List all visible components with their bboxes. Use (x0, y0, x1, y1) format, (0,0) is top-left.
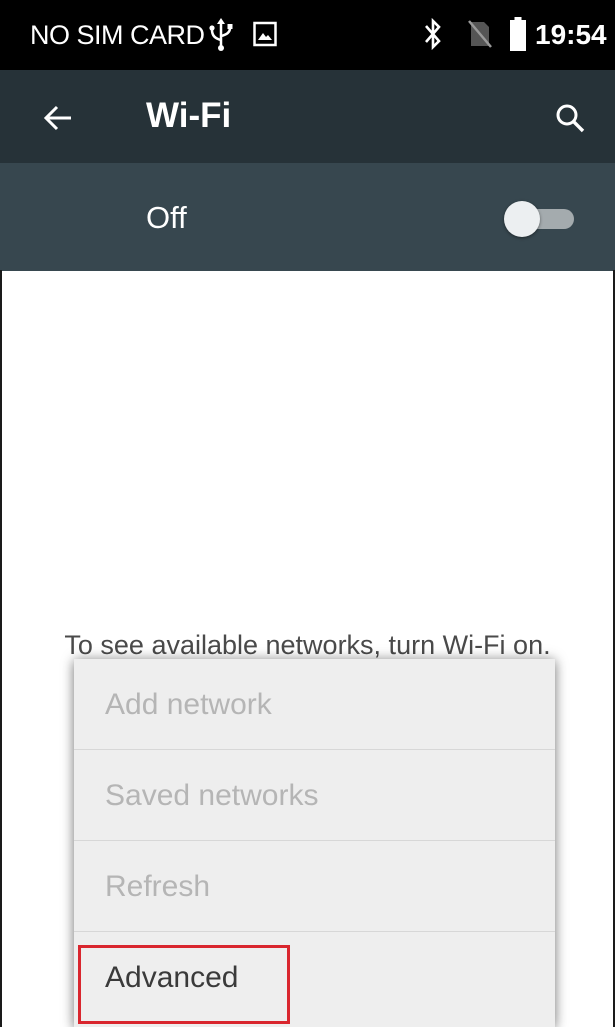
wifi-switch-bar[interactable]: Off (0, 163, 615, 271)
menu-item-label: Add network (105, 688, 272, 721)
status-bar: NO SIM CARD 19:54 (0, 0, 615, 70)
bluetooth-icon (425, 18, 441, 50)
menu-item-add-network[interactable]: Add network (74, 659, 555, 750)
usb-icon (209, 18, 233, 51)
arrow-left-icon (43, 105, 71, 131)
back-button[interactable] (28, 88, 88, 148)
page-title: Wi-Fi (146, 96, 232, 135)
menu-item-refresh[interactable]: Refresh (74, 841, 555, 932)
battery-icon (510, 17, 526, 51)
overflow-menu: Add network Saved networks Refresh Advan… (74, 659, 555, 1027)
no-sim-icon (468, 20, 492, 48)
carrier-label: NO SIM CARD (30, 20, 205, 50)
menu-item-label: Saved networks (105, 779, 319, 812)
search-button[interactable] (540, 88, 600, 148)
wifi-settings-screen: NO SIM CARD 19:54 Wi-Fi Off To see avail… (0, 0, 615, 1027)
wifi-switch-label: Off (146, 200, 187, 235)
highlight-box (78, 945, 290, 1024)
search-icon (556, 104, 585, 133)
menu-item-saved-networks[interactable]: Saved networks (74, 750, 555, 841)
clock: 19:54 (535, 19, 607, 50)
toggle-thumb (504, 201, 540, 237)
app-toolbar: Wi-Fi (0, 70, 615, 163)
empty-state-message: To see available networks, turn Wi-Fi on… (64, 630, 551, 660)
wifi-toggle[interactable] (500, 199, 580, 239)
image-icon (253, 21, 277, 47)
menu-item-label: Refresh (105, 870, 211, 903)
